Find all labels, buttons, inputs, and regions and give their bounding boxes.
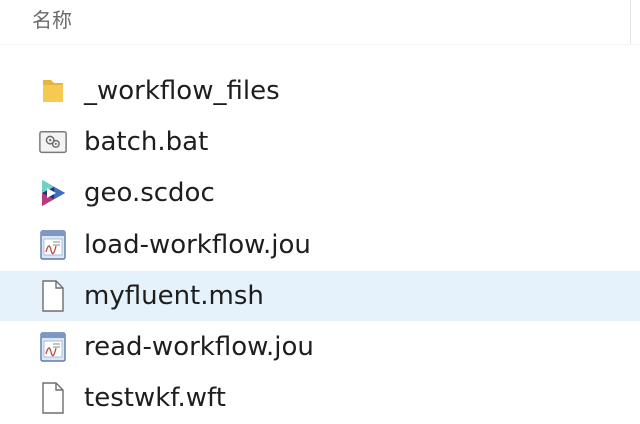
batch-file-icon (38, 124, 68, 160)
file-row-geo-scdoc[interactable]: geo.scdoc (0, 168, 640, 218)
file-name: testwkf.wft (84, 383, 226, 414)
file-name: _workflow_files (84, 76, 280, 106)
journal-file-icon (38, 227, 68, 263)
file-name: geo.scdoc (84, 178, 215, 209)
file-list: _workflow_files batch.bat geo.scdoc load… (0, 66, 640, 424)
file-row-testwkf-wft[interactable]: testwkf.wft (0, 373, 640, 423)
file-row-workflow-files[interactable]: _workflow_files (0, 66, 640, 116)
file-name: batch.bat (84, 127, 209, 158)
file-name: load-workflow.jou (84, 229, 311, 260)
journal-file-icon (38, 329, 68, 365)
name-column-header[interactable]: 名称 (32, 6, 72, 34)
file-name: read-workflow.jou (84, 331, 314, 362)
column-header: 名称 (0, 0, 640, 45)
blank-file-icon (38, 278, 68, 314)
folder-icon (38, 73, 68, 109)
file-row-load-workflow-jou[interactable]: load-workflow.jou (0, 220, 640, 270)
spaceclaim-icon (38, 175, 68, 211)
column-divider[interactable] (630, 0, 631, 44)
blank-file-icon (38, 380, 68, 416)
file-row-read-workflow-jou[interactable]: read-workflow.jou (0, 322, 640, 372)
file-row-myfluent-msh[interactable]: myfluent.msh (0, 270, 640, 321)
file-row-batch-bat[interactable]: batch.bat (0, 117, 640, 167)
file-name: myfluent.msh (84, 280, 264, 311)
